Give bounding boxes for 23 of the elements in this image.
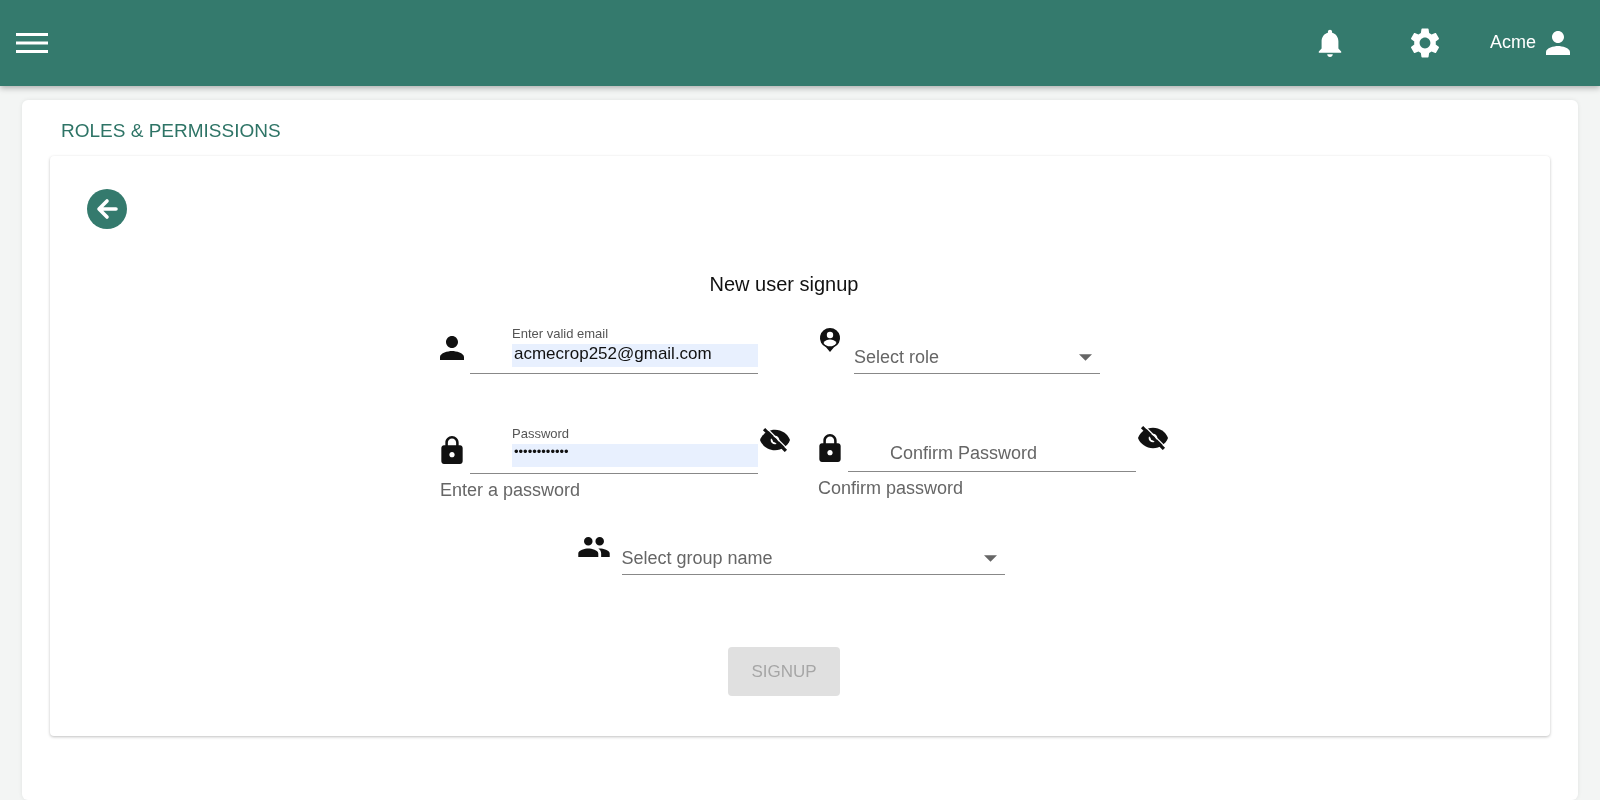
group-icon	[577, 537, 610, 557]
eye-off-icon[interactable]	[760, 428, 790, 452]
role-select[interactable]: Select role	[854, 334, 1100, 374]
page-title: ROLES & PERMISSIONS	[61, 119, 282, 143]
dropdown-caret-icon	[1079, 354, 1092, 361]
helper-text: Confirm password	[818, 478, 964, 499]
lock-icon	[440, 436, 464, 464]
user-name[interactable]: Acme	[1490, 31, 1536, 55]
person-pin-icon	[818, 326, 842, 354]
confirm-password-field[interactable]: Confirm Password	[848, 439, 1136, 472]
email-field[interactable]: Enter valid email acmecrop252@gmail.com	[470, 326, 758, 374]
password-field[interactable]: Password ••••••••••••	[470, 426, 758, 474]
group-select[interactable]: Select group name	[621, 535, 1005, 575]
dropdown-caret-icon	[983, 555, 997, 562]
person-icon	[440, 336, 464, 360]
notification-bell-icon[interactable]	[1318, 29, 1342, 57]
lock-icon	[818, 434, 842, 462]
eye-off-icon[interactable]	[1138, 426, 1168, 450]
settings-icon[interactable]	[1410, 28, 1440, 58]
form-title: New user signup	[708, 273, 860, 296]
helper-text: Enter a password	[440, 480, 581, 501]
menu-icon[interactable]	[16, 31, 48, 55]
user-icon[interactable]	[1546, 31, 1570, 55]
